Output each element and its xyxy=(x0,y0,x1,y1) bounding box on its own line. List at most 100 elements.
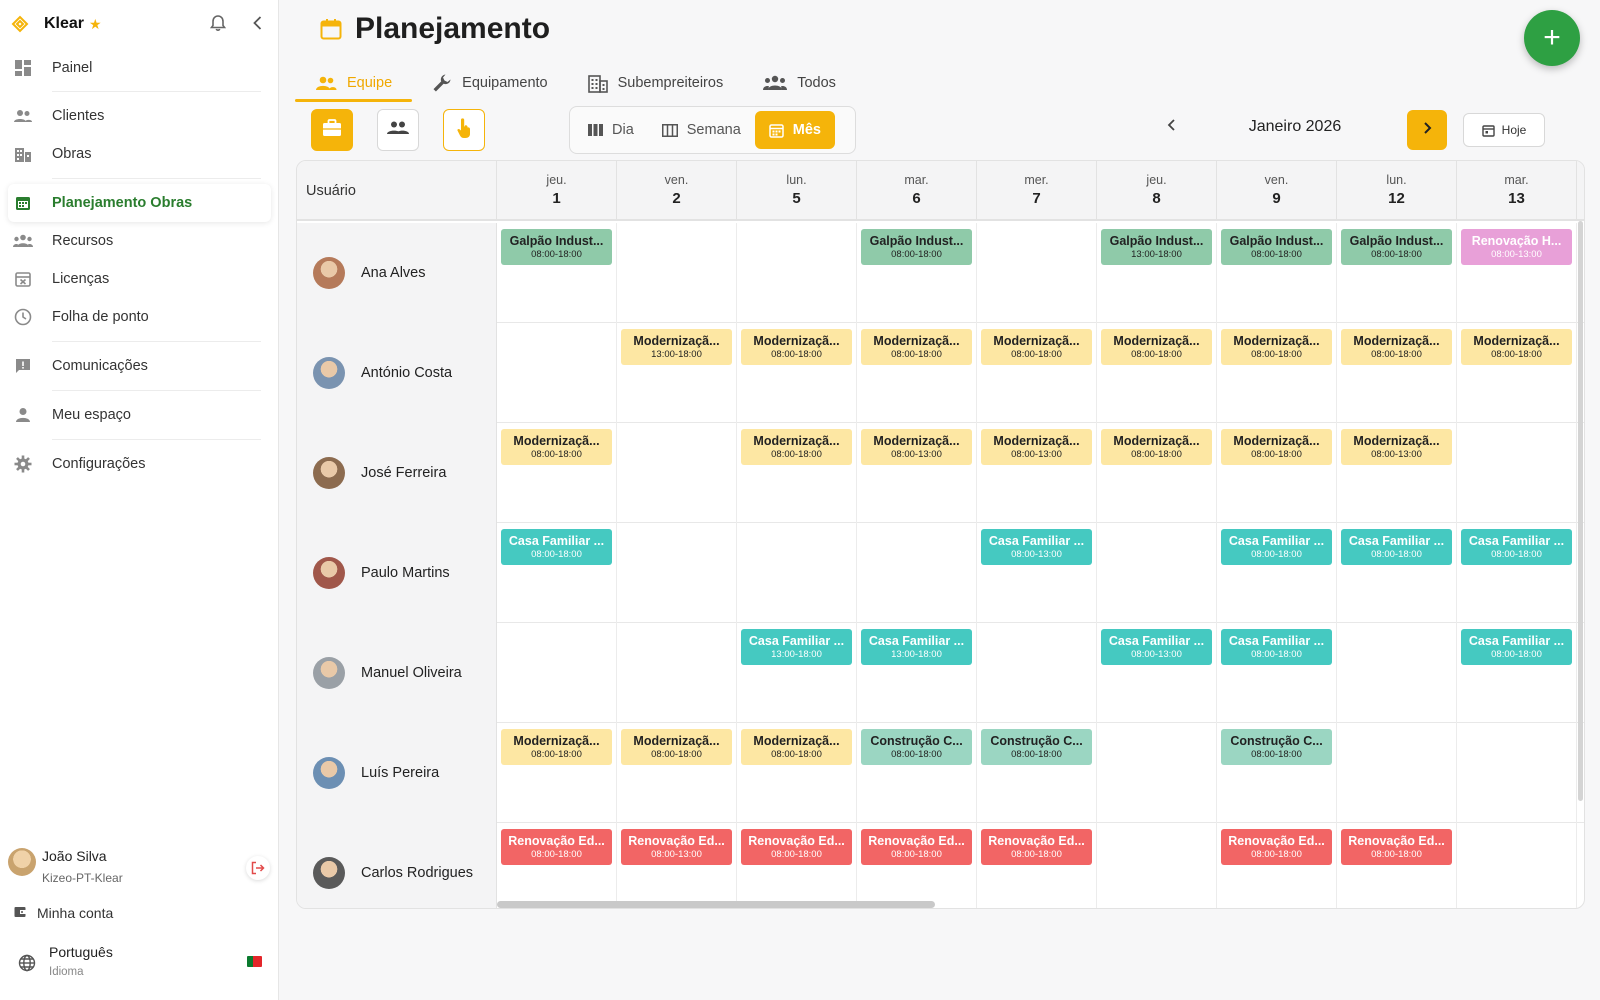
schedule-event[interactable]: Modernizaçã... 08:00-18:00 xyxy=(741,729,852,765)
day-cell[interactable]: Construção C... 08:00-18:00 xyxy=(1217,723,1337,823)
briefcase-filter-button[interactable] xyxy=(311,109,353,151)
day-cell[interactable]: Modernizaçã... 08:00-18:00 xyxy=(1457,323,1577,423)
sidebar-item-folha-de-ponto[interactable]: Folha de ponto xyxy=(0,298,279,336)
day-cell[interactable]: Casa Familiar ... 13:00-18:00 xyxy=(737,623,857,723)
view-mes-button[interactable]: Mês xyxy=(754,111,835,149)
schedule-event[interactable]: Casa Familiar ... 08:00-13:00 xyxy=(1101,629,1212,665)
day-cell[interactable] xyxy=(1457,723,1577,823)
schedule-event[interactable]: Modernizaçã... 08:00-13:00 xyxy=(861,429,972,465)
day-cell[interactable] xyxy=(737,223,857,323)
view-semana-button[interactable]: Semana xyxy=(648,111,755,149)
schedule-event[interactable]: Modernizaçã... 13:00-18:00 xyxy=(621,329,732,365)
day-cell[interactable]: Modernizaçã... 08:00-18:00 xyxy=(1337,323,1457,423)
day-cell[interactable] xyxy=(1097,723,1217,823)
sidebar-item-recursos[interactable]: Recursos xyxy=(0,222,279,260)
day-cell[interactable]: Casa Familiar ... 08:00-18:00 xyxy=(1217,623,1337,723)
day-cell[interactable]: Galpão Indust... 08:00-18:00 xyxy=(857,223,977,323)
sidebar-item-planejamento-obras[interactable]: Planejamento Obras xyxy=(8,184,271,222)
day-cell[interactable]: Renovação Ed... 08:00-18:00 xyxy=(497,823,617,908)
tab-todos[interactable]: Todos xyxy=(743,66,856,100)
schedule-event[interactable]: Casa Familiar ... 13:00-18:00 xyxy=(861,629,972,665)
schedule-event[interactable]: Casa Familiar ... 08:00-18:00 xyxy=(1221,529,1332,565)
schedule-event[interactable]: Modernizaçã... 08:00-18:00 xyxy=(1461,329,1572,365)
schedule-event[interactable]: Casa Familiar ... 08:00-18:00 xyxy=(1461,629,1572,665)
schedule-event[interactable]: Renovação Ed... 08:00-18:00 xyxy=(1341,829,1452,865)
day-cell[interactable]: Casa Familiar ... 08:00-13:00 xyxy=(977,523,1097,623)
day-cell[interactable]: Renovação H... 08:00-13:00 xyxy=(1457,223,1577,323)
day-cell[interactable] xyxy=(617,523,737,623)
day-cell[interactable]: Modernizaçã... 08:00-18:00 xyxy=(497,723,617,823)
collapse-sidebar-icon[interactable] xyxy=(248,13,268,33)
day-cell[interactable]: Renovação Ed... 08:00-18:00 xyxy=(1217,823,1337,908)
day-cell[interactable]: Modernizaçã... 08:00-18:00 xyxy=(497,423,617,523)
sidebar-item-configuracoes[interactable]: Configurações xyxy=(0,445,279,483)
day-cell[interactable]: Galpão Indust... 08:00-18:00 xyxy=(1337,223,1457,323)
schedule-event[interactable]: Casa Familiar ... 08:00-18:00 xyxy=(1341,529,1452,565)
schedule-event[interactable]: Modernizaçã... 08:00-18:00 xyxy=(981,329,1092,365)
schedule-event[interactable]: Construção C... 08:00-18:00 xyxy=(861,729,972,765)
next-month-button[interactable] xyxy=(1407,110,1447,150)
day-cell[interactable]: Renovação Ed... 08:00-13:00 xyxy=(617,823,737,908)
schedule-event[interactable]: Modernizaçã... 08:00-18:00 xyxy=(741,429,852,465)
schedule-event[interactable]: Construção C... 08:00-18:00 xyxy=(981,729,1092,765)
sidebar-item-licencas[interactable]: Licenças xyxy=(0,260,279,298)
day-cell[interactable]: Modernizaçã... 08:00-18:00 xyxy=(857,323,977,423)
sidebar-item-clientes[interactable]: Clientes xyxy=(0,97,279,135)
day-cell[interactable] xyxy=(1337,623,1457,723)
previous-month-button[interactable] xyxy=(1160,115,1184,139)
sidebar-item-comunicacoes[interactable]: Comunicações xyxy=(0,347,279,385)
schedule-event[interactable]: Casa Familiar ... 08:00-18:00 xyxy=(1461,529,1572,565)
schedule-event[interactable]: Casa Familiar ... 13:00-18:00 xyxy=(741,629,852,665)
schedule-event[interactable]: Renovação Ed... 08:00-18:00 xyxy=(861,829,972,865)
day-cell[interactable] xyxy=(737,523,857,623)
my-account-link[interactable]: Minha conta xyxy=(14,905,113,921)
day-cell[interactable]: Modernizaçã... 08:00-18:00 xyxy=(737,423,857,523)
schedule-event[interactable]: Modernizaçã... 08:00-18:00 xyxy=(861,329,972,365)
day-cell[interactable]: Galpão Indust... 08:00-18:00 xyxy=(497,223,617,323)
schedule-event[interactable]: Modernizaçã... 08:00-18:00 xyxy=(501,429,612,465)
day-cell[interactable] xyxy=(977,223,1097,323)
schedule-event[interactable]: Modernizaçã... 08:00-13:00 xyxy=(1341,429,1452,465)
day-cell[interactable] xyxy=(1457,423,1577,523)
day-cell[interactable]: Modernizaçã... 08:00-18:00 xyxy=(1217,423,1337,523)
schedule-event[interactable]: Casa Familiar ... 08:00-18:00 xyxy=(501,529,612,565)
today-button[interactable]: Hoje xyxy=(1463,113,1545,147)
language-selector[interactable]: Português Idioma xyxy=(18,942,268,982)
schedule-event[interactable]: Modernizaçã... 08:00-18:00 xyxy=(621,729,732,765)
schedule-event[interactable]: Galpão Indust... 08:00-18:00 xyxy=(1221,229,1332,265)
day-cell[interactable]: Casa Familiar ... 08:00-18:00 xyxy=(1457,623,1577,723)
tab-equipamento[interactable]: Equipamento xyxy=(412,66,567,100)
schedule-event[interactable]: Modernizaçã... 08:00-18:00 xyxy=(1101,329,1212,365)
day-cell[interactable]: Modernizaçã... 08:00-18:00 xyxy=(977,323,1097,423)
day-cell[interactable]: Casa Familiar ... 08:00-18:00 xyxy=(497,523,617,623)
day-cell[interactable]: Modernizaçã... 08:00-18:00 xyxy=(617,723,737,823)
tab-subempreiteiros[interactable]: Subempreiteiros xyxy=(568,66,744,100)
day-cell[interactable]: Casa Familiar ... 08:00-18:00 xyxy=(1217,523,1337,623)
sidebar-item-painel[interactable]: Painel xyxy=(0,50,279,86)
schedule-event[interactable]: Modernizaçã... 08:00-18:00 xyxy=(1221,429,1332,465)
horizontal-scrollbar[interactable] xyxy=(497,901,935,908)
day-cell[interactable]: Modernizaçã... 13:00-18:00 xyxy=(617,323,737,423)
day-cell[interactable]: Renovação Ed... 08:00-18:00 xyxy=(1337,823,1457,908)
day-cell[interactable] xyxy=(617,423,737,523)
day-cell[interactable] xyxy=(1097,523,1217,623)
schedule-event[interactable]: Galpão Indust... 08:00-18:00 xyxy=(1341,229,1452,265)
schedule-event[interactable]: Modernizaçã... 08:00-18:00 xyxy=(1341,329,1452,365)
schedule-event[interactable]: Modernizaçã... 08:00-18:00 xyxy=(501,729,612,765)
day-cell[interactable] xyxy=(497,323,617,423)
day-cell[interactable] xyxy=(497,623,617,723)
schedule-event[interactable]: Renovação H... 08:00-13:00 xyxy=(1461,229,1572,265)
day-cell[interactable]: Modernizaçã... 08:00-18:00 xyxy=(1097,323,1217,423)
add-button[interactable]: + xyxy=(1524,10,1580,66)
day-cell[interactable]: Casa Familiar ... 08:00-18:00 xyxy=(1457,523,1577,623)
day-cell[interactable]: Modernizaçã... 08:00-18:00 xyxy=(737,723,857,823)
day-cell[interactable]: Galpão Indust... 13:00-18:00 xyxy=(1097,223,1217,323)
schedule-event[interactable]: Renovação Ed... 08:00-18:00 xyxy=(501,829,612,865)
logout-icon[interactable] xyxy=(246,856,270,880)
day-cell[interactable]: Renovação Ed... 08:00-18:00 xyxy=(737,823,857,908)
schedule-event[interactable]: Modernizaçã... 08:00-18:00 xyxy=(1101,429,1212,465)
day-cell[interactable]: Modernizaçã... 08:00-18:00 xyxy=(1217,323,1337,423)
touch-mode-button[interactable] xyxy=(443,109,485,151)
day-cell[interactable] xyxy=(1097,823,1217,908)
day-cell[interactable]: Casa Familiar ... 13:00-18:00 xyxy=(857,623,977,723)
